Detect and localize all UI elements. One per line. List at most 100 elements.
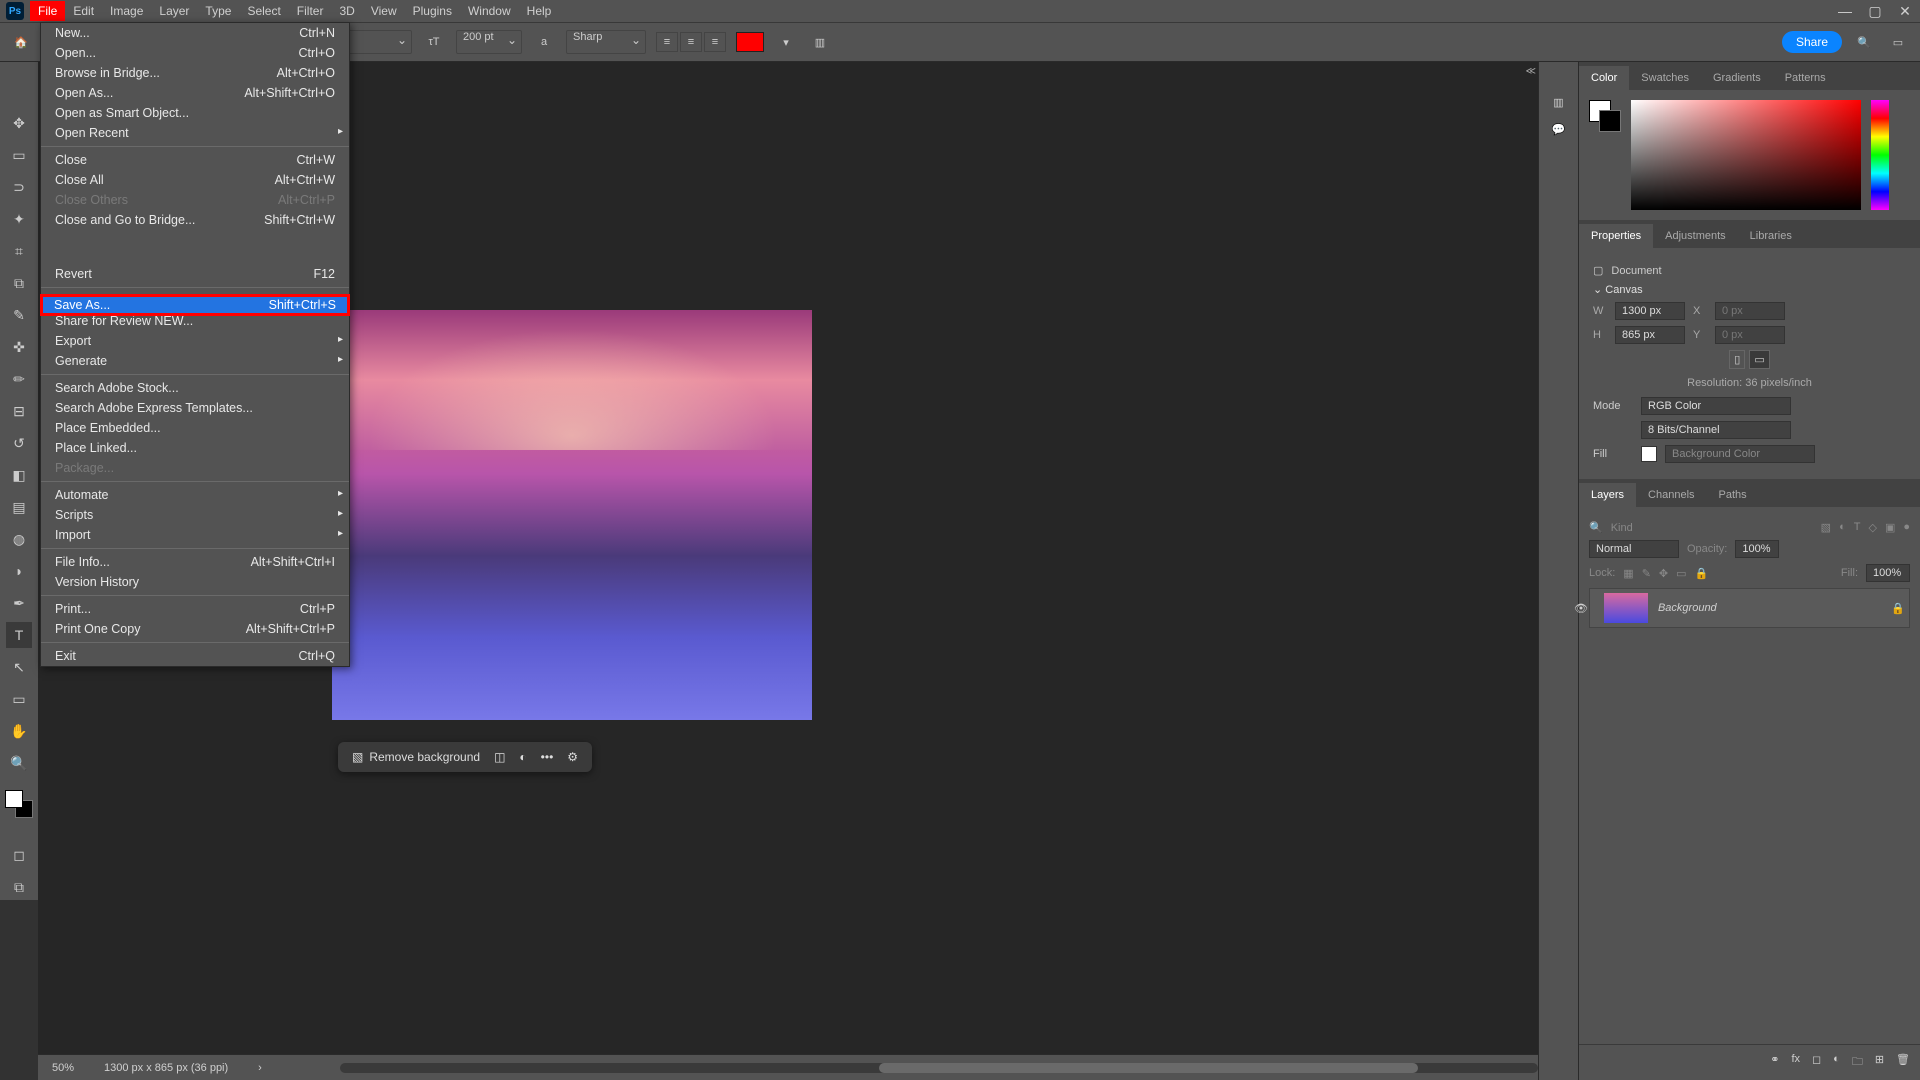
tab-adjustments[interactable]: Adjustments [1653, 224, 1738, 248]
menu-item-exit[interactable]: ExitCtrl+Q [41, 646, 349, 666]
menu-item-place-linked-[interactable]: Place Linked... [41, 438, 349, 458]
tool-gradient[interactable]: ▤ [6, 494, 32, 520]
menu-item-export[interactable]: Export [41, 331, 349, 351]
color-field[interactable] [1631, 100, 1861, 210]
menu-item-open-as-[interactable]: Open As...Alt+Shift+Ctrl+O [41, 83, 349, 103]
tool-blur[interactable]: ◍ [6, 526, 32, 552]
tool-frame[interactable]: ⧉ [6, 270, 32, 296]
document-image[interactable] [332, 310, 812, 720]
adjustment-layer-icon[interactable]: ◐ [1833, 1053, 1840, 1072]
histogram-icon[interactable]: ▥ [1553, 96, 1563, 109]
search-icon[interactable]: 🔍 [1852, 30, 1876, 54]
horizontal-scrollbar[interactable] [340, 1063, 1538, 1077]
filter-type-icon[interactable]: T [1854, 521, 1861, 534]
new-layer-icon[interactable]: ⊞ [1875, 1053, 1884, 1072]
comments-icon[interactable]: 💬 [1552, 123, 1566, 136]
fg-bg-swatches[interactable] [1589, 100, 1621, 132]
color-mode-select[interactable]: RGB Color [1641, 397, 1791, 415]
menu-item-close[interactable]: CloseCtrl+W [41, 150, 349, 170]
tab-paths[interactable]: Paths [1707, 483, 1759, 507]
menu-layer[interactable]: Layer [151, 1, 197, 21]
text-color-swatch[interactable] [736, 32, 764, 52]
menu-item-search-adobe-stock-[interactable]: Search Adobe Stock... [41, 378, 349, 398]
menu-view[interactable]: View [363, 1, 405, 21]
menu-item-new-[interactable]: New...Ctrl+N [41, 23, 349, 43]
align-left-button[interactable]: ≡ [656, 32, 678, 52]
filter-adjust-icon[interactable]: ◐ [1839, 521, 1846, 534]
bit-depth-select[interactable]: 8 Bits/Channel [1641, 421, 1791, 439]
tool-eyedrop[interactable]: ✎ [6, 302, 32, 328]
filter-kind-label[interactable]: Kind [1611, 522, 1633, 534]
font-size-select[interactable]: 200 pt [456, 30, 522, 54]
close-button[interactable]: ✕ [1890, 0, 1920, 22]
hue-slider[interactable] [1871, 100, 1889, 210]
tool-path[interactable]: ↖ [6, 654, 32, 680]
align-right-button[interactable]: ≡ [704, 32, 726, 52]
menu-file[interactable]: File [30, 1, 65, 21]
layer-fill-input[interactable]: 100% [1866, 564, 1910, 582]
height-input[interactable]: 865 px [1615, 326, 1685, 344]
more-icon[interactable]: ••• [541, 750, 554, 764]
tool-zoom[interactable]: 🔍 [6, 750, 32, 776]
menu-item-print-[interactable]: Print...Ctrl+P [41, 599, 349, 619]
status-expand-icon[interactable]: › [258, 1062, 262, 1074]
lock-transparency-icon[interactable]: ▦ [1623, 567, 1633, 580]
lock-position-icon[interactable]: ✥ [1659, 567, 1668, 580]
menu-item-open-recent[interactable]: Open Recent [41, 123, 349, 143]
properties-icon[interactable]: ⚙ [567, 750, 578, 764]
lock-artboard-icon[interactable]: ▭ [1676, 567, 1686, 580]
tool-dodge[interactable]: ◗ [6, 558, 32, 584]
filter-toggle-icon[interactable]: ● [1903, 521, 1910, 534]
menu-item-open-as-smart-object-[interactable]: Open as Smart Object... [41, 103, 349, 123]
remove-background-button[interactable]: ▧ Remove background [352, 750, 480, 764]
adjust-icon[interactable]: ◐ [519, 750, 526, 764]
fg-bg-color-swatch[interactable] [5, 790, 33, 818]
select-subject-icon[interactable]: ◫ [494, 750, 505, 764]
workspace-icon[interactable]: ▭ [1886, 30, 1910, 54]
menu-plugins[interactable]: Plugins [405, 1, 460, 21]
menu-item-close-all[interactable]: Close AllAlt+Ctrl+W [41, 170, 349, 190]
quick-mask-icon[interactable]: ◻ [6, 842, 32, 868]
share-button[interactable]: Share [1782, 31, 1842, 53]
minimize-button[interactable]: — [1830, 0, 1860, 22]
tool-patch[interactable]: ✜ [6, 334, 32, 360]
menu-help[interactable]: Help [519, 1, 560, 21]
portrait-icon[interactable]: ▯ [1729, 350, 1745, 369]
tool-rect[interactable]: ▭ [6, 686, 32, 712]
width-input[interactable]: 1300 px [1615, 302, 1685, 320]
menu-item-place-embedded-[interactable]: Place Embedded... [41, 418, 349, 438]
panel-collapse-icon[interactable]: ≪ [1524, 64, 1538, 79]
layer-mask-icon[interactable]: ◻ [1812, 1053, 1821, 1072]
tool-hand[interactable]: ✋ [6, 718, 32, 744]
menu-item-close-and-go-to-bridge-[interactable]: Close and Go to Bridge...Shift+Ctrl+W [41, 210, 349, 230]
tab-swatches[interactable]: Swatches [1629, 66, 1701, 90]
menu-item-automate[interactable]: Automate [41, 485, 349, 505]
menu-window[interactable]: Window [460, 1, 519, 21]
delete-layer-icon[interactable]: 🗑 [1896, 1053, 1910, 1072]
landscape-icon[interactable]: ▭ [1749, 350, 1769, 369]
tab-libraries[interactable]: Libraries [1738, 224, 1804, 248]
tool-eraser[interactable]: ◧ [6, 462, 32, 488]
filter-smart-icon[interactable]: ▣ [1885, 521, 1895, 534]
align-center-button[interactable]: ≡ [680, 32, 702, 52]
fill-select[interactable]: Background Color [1665, 445, 1815, 463]
zoom-level[interactable]: 50% [52, 1062, 74, 1074]
menu-item-file-info-[interactable]: File Info...Alt+Shift+Ctrl+I [41, 552, 349, 572]
fill-swatch[interactable] [1641, 446, 1657, 462]
link-layers-icon[interactable]: ⚭ [1770, 1053, 1779, 1072]
menu-item-scripts[interactable]: Scripts [41, 505, 349, 525]
tab-color[interactable]: Color [1579, 66, 1629, 90]
filter-pixel-icon[interactable]: ▧ [1821, 521, 1831, 534]
filter-shape-icon[interactable]: ◇ [1868, 521, 1876, 534]
screen-mode-icon[interactable]: ⧉ [6, 874, 32, 900]
menu-3d[interactable]: 3D [331, 1, 362, 21]
tool-type[interactable]: T [6, 622, 32, 648]
maximize-button[interactable]: ▢ [1860, 0, 1890, 22]
layer-visibility-icon[interactable]: 👁 [1574, 602, 1588, 615]
tool-crop[interactable]: ⌗ [6, 238, 32, 264]
tab-gradients[interactable]: Gradients [1701, 66, 1773, 90]
tool-history[interactable]: ↺ [6, 430, 32, 456]
menu-item-save-as-highlighted[interactable]: Save As... Shift+Ctrl+S [40, 294, 350, 316]
menu-item-import[interactable]: Import [41, 525, 349, 545]
tab-patterns[interactable]: Patterns [1773, 66, 1838, 90]
